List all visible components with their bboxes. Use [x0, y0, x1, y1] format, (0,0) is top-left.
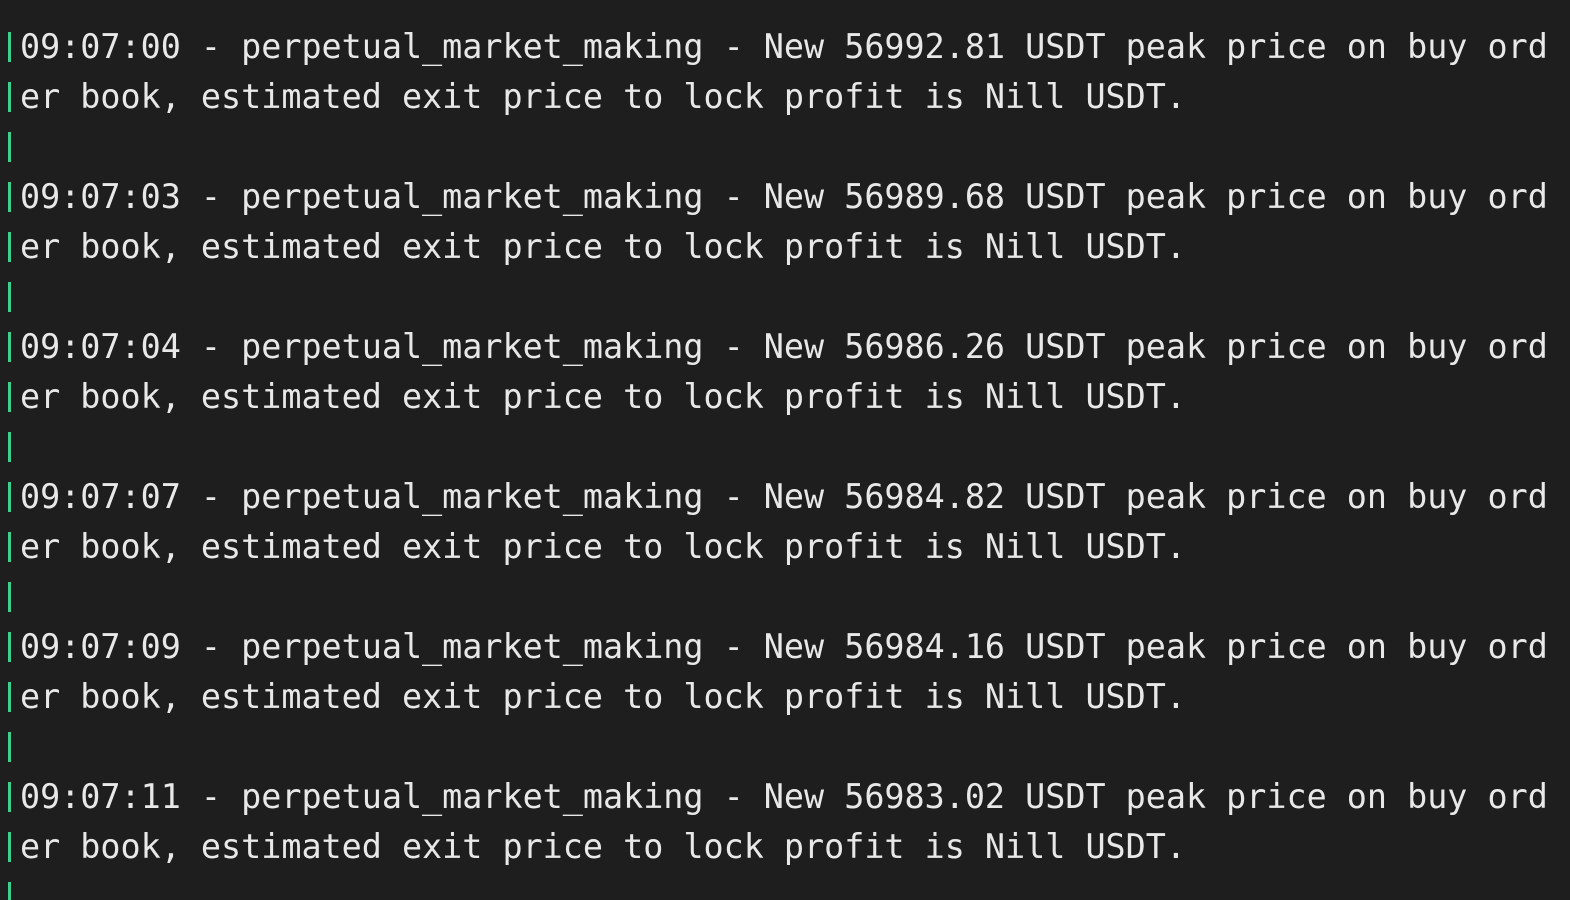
log-line-continuation: er book, estimated exit price to lock pr… [20, 527, 1186, 566]
gutter-marker [8, 332, 11, 362]
gutter-marker [8, 532, 11, 562]
log-line: 09:07:04 - perpetual_market_making - New… [20, 327, 1548, 366]
gutter-marker [8, 432, 11, 462]
gutter-marker [8, 32, 11, 62]
log-line-continuation: er book, estimated exit price to lock pr… [20, 827, 1186, 866]
gutter-marker [8, 232, 11, 262]
gutter-marker [8, 582, 11, 612]
gutter-marker [8, 882, 11, 900]
log-line: 09:07:09 - perpetual_market_making - New… [20, 627, 1548, 666]
log-line-continuation: er book, estimated exit price to lock pr… [20, 377, 1186, 416]
gutter-marker [8, 732, 11, 762]
gutter-marker [8, 682, 11, 712]
gutter-marker [8, 282, 11, 312]
gutter-marker [8, 482, 11, 512]
log-line: 09:07:03 - perpetual_market_making - New… [20, 177, 1548, 216]
log-line-continuation: er book, estimated exit price to lock pr… [20, 677, 1186, 716]
log-line-continuation: er book, estimated exit price to lock pr… [20, 227, 1186, 266]
log-line-continuation: er book, estimated exit price to lock pr… [20, 77, 1186, 116]
log-line: 09:07:00 - perpetual_market_making - New… [20, 27, 1548, 66]
gutter-marker [8, 382, 11, 412]
gutter-marker [8, 132, 11, 162]
gutter-marker [8, 182, 11, 212]
log-pane[interactable]: 09:07:00 - perpetual_market_making - New… [0, 0, 1570, 900]
gutter-marker [8, 632, 11, 662]
gutter-marker [8, 832, 11, 862]
log-line: 09:07:07 - perpetual_market_making - New… [20, 477, 1548, 516]
gutter-marker [8, 782, 11, 812]
gutter-marker [8, 82, 11, 112]
log-line: 09:07:11 - perpetual_market_making - New… [20, 777, 1548, 816]
